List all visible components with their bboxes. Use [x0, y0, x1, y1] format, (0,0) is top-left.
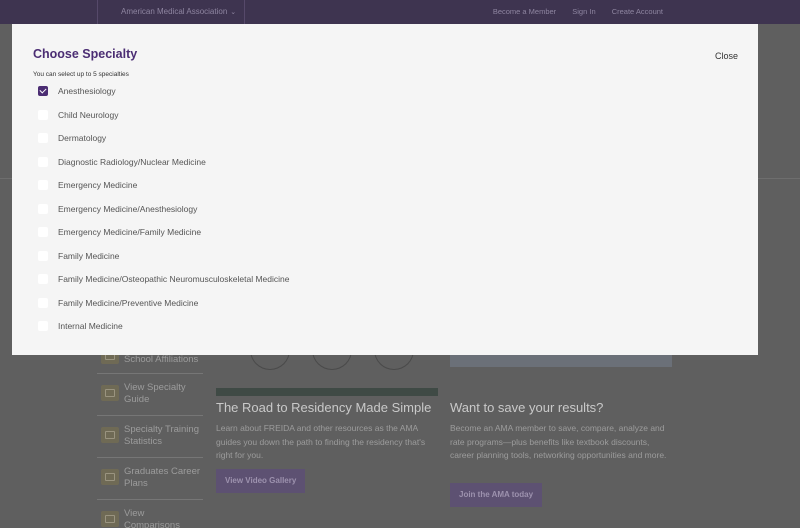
modal-title: Choose Specialty: [33, 47, 138, 61]
specialty-label: Internal Medicine: [58, 321, 123, 331]
side-nav-label: Graduates Career Plans: [124, 466, 201, 489]
checkbox[interactable]: [38, 274, 48, 284]
checkbox[interactable]: [38, 156, 48, 167]
organization-label: American Medical Association: [121, 7, 228, 16]
specialty-label: Emergency Medicine/Anesthesiology: [58, 203, 198, 214]
document-icon: [101, 427, 119, 443]
checkbox[interactable]: [38, 180, 48, 190]
specialty-label: Dermatology: [58, 133, 107, 143]
sign-in-link[interactable]: Sign In: [572, 7, 595, 16]
become-member-link[interactable]: Become a Member: [493, 7, 556, 16]
side-nav-item-comparisons[interactable]: View Comparisons: [97, 500, 203, 528]
document-icon: [101, 511, 119, 527]
choose-specialty-modal: Choose Specialty You can select up to 5 …: [12, 24, 758, 355]
top-bar: American Medical Association ⌄ Become a M…: [0, 0, 800, 24]
side-nav-item-training-statistics[interactable]: Specialty Training Statistics: [97, 416, 203, 458]
modal-subtitle: You can select up to 5 specialties: [33, 71, 129, 78]
create-account-link[interactable]: Create Account: [612, 7, 663, 16]
document-icon: [101, 385, 119, 401]
side-nav-label: Specialty Training Statistics: [124, 424, 199, 447]
side-nav-label: School Affiliations: [124, 354, 199, 365]
specialty-label: Emergency Medicine: [58, 180, 138, 190]
view-video-gallery-button[interactable]: View Video Gallery: [216, 469, 306, 493]
join-ama-button[interactable]: Join the AMA today: [450, 483, 543, 507]
side-nav-label: View Comparisons: [124, 508, 180, 528]
chevron-down-icon: ⌄: [230, 9, 237, 16]
specialty-label: Diagnostic Radiology/Nuclear Medicine: [58, 156, 206, 167]
checkbox-checked[interactable]: [38, 86, 48, 96]
specialty-label: Family Medicine/Osteopathic Neuromusculo…: [58, 274, 290, 284]
specialty-label: Anesthesiology: [58, 86, 116, 96]
close-button[interactable]: Close: [715, 51, 738, 61]
illustration-bar: [216, 388, 438, 396]
checkbox[interactable]: [38, 133, 48, 143]
checkbox[interactable]: [38, 297, 48, 308]
residency-card-title: The Road to Residency Made Simple: [216, 400, 432, 415]
side-nav-label: View Specialty Guide: [124, 382, 186, 405]
checkbox[interactable]: [38, 250, 48, 261]
document-icon: [101, 469, 119, 485]
specialty-label: Family Medicine: [58, 250, 120, 261]
organization-dropdown[interactable]: American Medical Association ⌄: [97, 0, 246, 24]
residency-card-text: Learn about FREIDA and other resources a…: [216, 423, 426, 460]
checkbox[interactable]: [38, 203, 48, 214]
save-results-card-title: Want to save your results?: [450, 400, 604, 415]
checkbox[interactable]: [38, 321, 48, 331]
checkbox[interactable]: [38, 109, 48, 120]
side-nav-item-specialty-guide[interactable]: View Specialty Guide: [97, 374, 203, 416]
side-navigation: School Affiliations View Specialty Guide…: [97, 340, 203, 528]
specialty-label: Child Neurology: [58, 109, 119, 120]
specialty-label: Emergency Medicine/Family Medicine: [58, 227, 202, 237]
checkbox[interactable]: [38, 227, 48, 237]
specialty-label: Family Medicine/Preventive Medicine: [58, 297, 199, 308]
side-nav-item-career-plans[interactable]: Graduates Career Plans: [97, 458, 203, 500]
save-results-card-text: Become an AMA member to save, compare, a…: [450, 423, 667, 460]
account-links: Become a Member Sign In Create Account: [479, 0, 663, 24]
